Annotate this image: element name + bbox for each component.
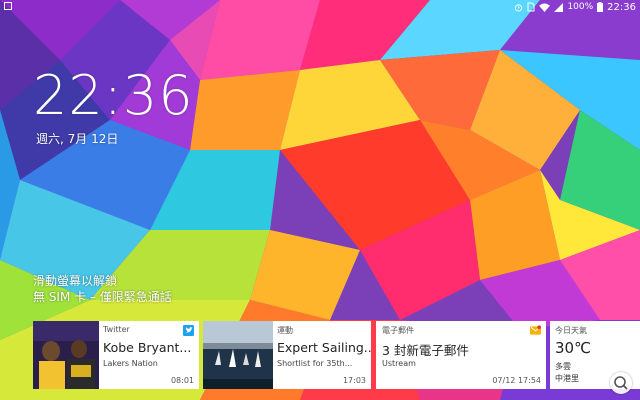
status-icons: 100% 22:36 [514, 1, 636, 13]
unlock-hint: 滑動螢幕以解鎖 [33, 274, 118, 288]
card-app-name: 今日天氣 [555, 326, 587, 335]
card-title: Kobe Bryant... [103, 340, 192, 355]
card-subtitle: Lakers Nation [103, 359, 158, 368]
search-button[interactable] [610, 372, 632, 394]
battery-percent: 100% [567, 2, 594, 12]
email-card[interactable]: 電子郵件 3 封新電子郵件 Ustream 07/12 17:54 [376, 321, 546, 389]
lockscreen-date: 週六, 7月 12日 [36, 132, 119, 146]
weather-location: 中港里 [555, 374, 579, 383]
card-app-name: 電子郵件 [382, 326, 414, 335]
status-time: 22:36 [607, 1, 636, 13]
wifi-icon [539, 2, 551, 12]
search-icon [614, 376, 628, 390]
screenshot-icon [4, 2, 12, 10]
card-time: 17:03 [342, 376, 366, 385]
email-icon [530, 325, 541, 335]
alarm-icon [515, 3, 523, 12]
card-subtitle: Ustream [382, 359, 416, 368]
weather-description: 多雲 [555, 362, 571, 371]
card-time: 07/12 17:54 [492, 376, 541, 385]
sports-card[interactable]: 運動 Expert Sailing... Shortlist for 35th.… [203, 321, 371, 389]
sailing-photo-thumbnail [203, 321, 273, 389]
twitter-icon [183, 325, 194, 336]
battery-icon [597, 2, 604, 12]
kobe-photo-thumbnail [33, 321, 99, 389]
card-title: Expert Sailing... [277, 340, 371, 355]
twitter-card[interactable]: Twitter Kobe Bryant... Lakers Nation 08:… [33, 321, 199, 389]
unlock-hint-block: 滑動螢幕以解鎖 無 SIM 卡 – 僅限緊急通話 [33, 273, 172, 305]
weather-temperature: 30℃ [555, 339, 591, 357]
card-app-name: 運動 [277, 326, 293, 335]
card-app-name: Twitter [103, 325, 130, 334]
signal-icon [554, 2, 564, 12]
card-title: 3 封新電子郵件 [382, 343, 469, 358]
status-bar: 100% 22:36 [0, 0, 640, 14]
no-sim-icon [527, 2, 535, 12]
sim-status: 無 SIM 卡 – 僅限緊急通話 [33, 290, 172, 304]
card-subtitle: Shortlist for 35th... [277, 359, 353, 368]
notification-icons [4, 2, 12, 10]
card-time: 08:01 [170, 376, 194, 385]
lockscreen-clock: 22:36 [33, 64, 194, 127]
